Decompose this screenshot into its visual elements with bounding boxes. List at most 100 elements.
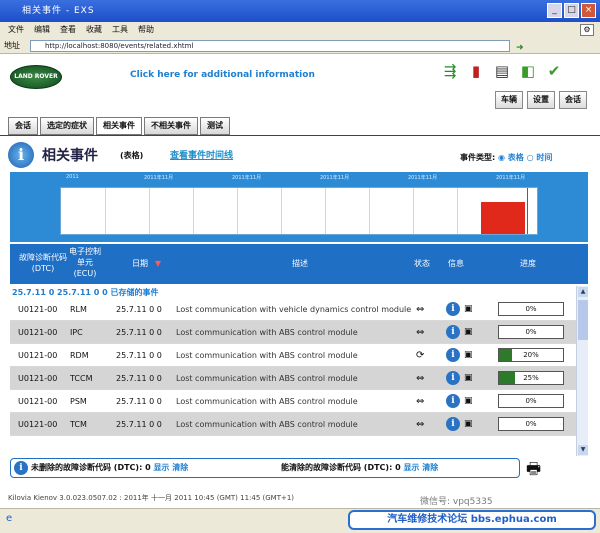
header-tabs: 车辆 设置 会话 — [495, 91, 587, 109]
timeline-gridline — [325, 188, 326, 234]
print-icon[interactable]: 🖶 — [526, 458, 541, 485]
table-header: 故障诊断代码 (DTC) 电子控制单元 (ECU) 日期 ▼ 描述 状态 信息 … — [10, 244, 588, 284]
info-icon[interactable]: i — [446, 302, 460, 316]
go-arrow-icon[interactable]: ➜ — [516, 40, 524, 56]
row-description: Lost communication with ABS control modu… — [176, 397, 358, 406]
camera-icon[interactable]: ▣ — [464, 413, 473, 436]
timeline-event-bar[interactable] — [481, 202, 525, 234]
row-state-icon: ⇔ — [416, 327, 425, 338]
status-line: Kilovia Kienov 3.0.023.0507.02 : 2011年 十… — [8, 494, 295, 502]
menu-tools[interactable]: 工具 — [112, 22, 128, 38]
row-description: Lost communication with ABS control modu… — [176, 374, 358, 383]
clear-link[interactable]: 清除 — [172, 463, 188, 472]
document-icon[interactable]: ◧ — [518, 59, 538, 83]
menu-favorites[interactable]: 收藏 — [86, 22, 102, 38]
table-row[interactable]: U0121-00 PSM 25.7.11 0 0 Lost communicat… — [10, 390, 576, 413]
address-bar: 地址 http://localhost:8080/events/related.… — [0, 38, 600, 54]
progress-label: 0% — [525, 397, 537, 405]
show-link[interactable]: 显示 — [153, 463, 169, 472]
timeline-tick: 2011年11月 — [320, 175, 350, 181]
table-row[interactable]: U0121-00 TCM 25.7.11 0 0 Lost communicat… — [10, 413, 576, 436]
menu-file[interactable]: 文件 — [8, 22, 24, 38]
settings-icon[interactable]: ⚙ — [580, 24, 594, 36]
info-icon[interactable]: i — [446, 417, 460, 431]
browser-icon: e — [6, 513, 13, 524]
table-row[interactable]: U0121-00 IPC 25.7.11 0 0 Lost communicat… — [10, 321, 576, 344]
tab-tests[interactable]: 测试 — [200, 117, 230, 135]
tab-session[interactable]: 会话 — [559, 91, 587, 109]
row-module: RLM — [70, 305, 87, 314]
camera-icon[interactable]: ▣ — [464, 367, 473, 390]
additional-info-link[interactable]: Click here for additional information — [130, 70, 315, 80]
clearable-dtc-group: 能清除的故障诊断代码 (DTC): 0 显示 清除 — [281, 459, 438, 477]
row-state-icon: ⟳ — [416, 350, 425, 361]
window-controls: _ □ × — [547, 3, 596, 18]
camera-icon[interactable]: ▣ — [464, 321, 473, 344]
checklist-icon[interactable]: ✔ — [544, 59, 564, 83]
table-row[interactable]: U0121-00 RDM 25.7.11 0 0 Lost communicat… — [10, 344, 576, 367]
land-rover-logo: LAND ROVER — [10, 65, 62, 89]
info-icon[interactable]: i — [446, 394, 460, 408]
tab-session-main[interactable]: 会话 — [8, 117, 38, 135]
col-dtc[interactable]: 故障诊断代码 (DTC) — [12, 252, 74, 274]
tab-unrelated-events[interactable]: 不相关事件 — [144, 117, 198, 135]
row-description: Lost communication with ABS control modu… — [176, 351, 358, 360]
row-module: IPC — [70, 328, 83, 337]
scroll-up-icon[interactable]: ▲ — [578, 287, 588, 297]
info-icon[interactable]: i — [446, 371, 460, 385]
tab-settings[interactable]: 设置 — [527, 91, 555, 109]
printer-icon[interactable]: ▤ — [492, 59, 512, 83]
progress-fill — [499, 349, 512, 361]
scroll-thumb[interactable] — [578, 300, 588, 340]
tab-selected-symptoms[interactable]: 选定的症状 — [40, 117, 94, 135]
col-state[interactable]: 状态 — [408, 258, 436, 269]
row-module: TCM — [70, 420, 87, 429]
camera-icon[interactable]: ▣ — [464, 390, 473, 413]
col-description[interactable]: 描述 — [260, 258, 340, 269]
table-row[interactable]: U0121-00 TCCM 25.7.11 0 0 Lost communica… — [10, 367, 576, 390]
view-timeline-link[interactable]: 查看事件时间线 — [170, 148, 233, 161]
camera-icon[interactable]: ▣ — [464, 298, 473, 321]
tab-vehicle[interactable]: 车辆 — [495, 91, 523, 109]
table-row[interactable]: U0121-00 RLM 25.7.11 0 0 Lost communicat… — [10, 298, 576, 321]
col-progress[interactable]: 进度 — [508, 258, 548, 269]
col-info[interactable]: 信息 — [442, 258, 470, 269]
event-type-table-label[interactable]: 表格 — [508, 153, 524, 162]
timeline-gridline — [237, 188, 238, 234]
menu-bar: 文件 编辑 查看 收藏 工具 帮助 ⚙ — [0, 22, 600, 38]
row-module: TCCM — [70, 374, 93, 383]
close-button[interactable]: × — [581, 3, 596, 18]
sort-arrow-icon[interactable]: ▼ — [154, 258, 162, 269]
scroll-down-icon[interactable]: ▼ — [578, 445, 588, 455]
radio-time[interactable]: ○ — [527, 153, 537, 162]
clear-link-2[interactable]: 清除 — [422, 463, 438, 472]
uncleared-dtc-count: 0 — [145, 463, 151, 472]
camera-icon[interactable]: ▣ — [464, 344, 473, 367]
row-dtc: U0121-00 — [18, 328, 58, 337]
info-icon[interactable]: i — [446, 348, 460, 362]
menu-view[interactable]: 查看 — [60, 22, 76, 38]
radio-table[interactable]: ◉ — [498, 153, 508, 162]
progress-label: 25% — [523, 374, 539, 382]
show-link-2[interactable]: 显示 — [403, 463, 419, 472]
event-type-time-label[interactable]: 时间 — [536, 153, 552, 162]
table-scrollbar[interactable]: ▲ ▼ — [576, 286, 588, 456]
address-input[interactable]: http://localhost:8080/events/related.xht… — [30, 40, 510, 52]
col-module[interactable]: 电子控制单元 (ECU) — [68, 246, 102, 279]
menu-edit[interactable]: 编辑 — [34, 22, 50, 38]
event-table-body: U0121-00 RLM 25.7.11 0 0 Lost communicat… — [10, 298, 576, 436]
tab-related-events[interactable]: 相关事件 — [96, 117, 142, 135]
progress-label: 0% — [525, 305, 537, 313]
row-date: 25.7.11 0 0 — [116, 328, 162, 337]
menu-help[interactable]: 帮助 — [138, 22, 154, 38]
maximize-button[interactable]: □ — [564, 3, 579, 18]
row-state-icon: ⇔ — [416, 396, 425, 407]
timeline-tick: 2011年11月 — [496, 175, 526, 181]
signal-icon[interactable]: ⇶ — [440, 59, 460, 83]
minimize-button[interactable]: _ — [547, 3, 562, 18]
progress-bar: 0% — [498, 325, 564, 339]
wechat-watermark: 微信号: vpq5335 — [420, 497, 493, 507]
row-description: Lost communication with vehicle dynamics… — [176, 305, 412, 314]
info-icon[interactable]: i — [446, 325, 460, 339]
battery-icon[interactable]: ▮ — [466, 59, 486, 83]
